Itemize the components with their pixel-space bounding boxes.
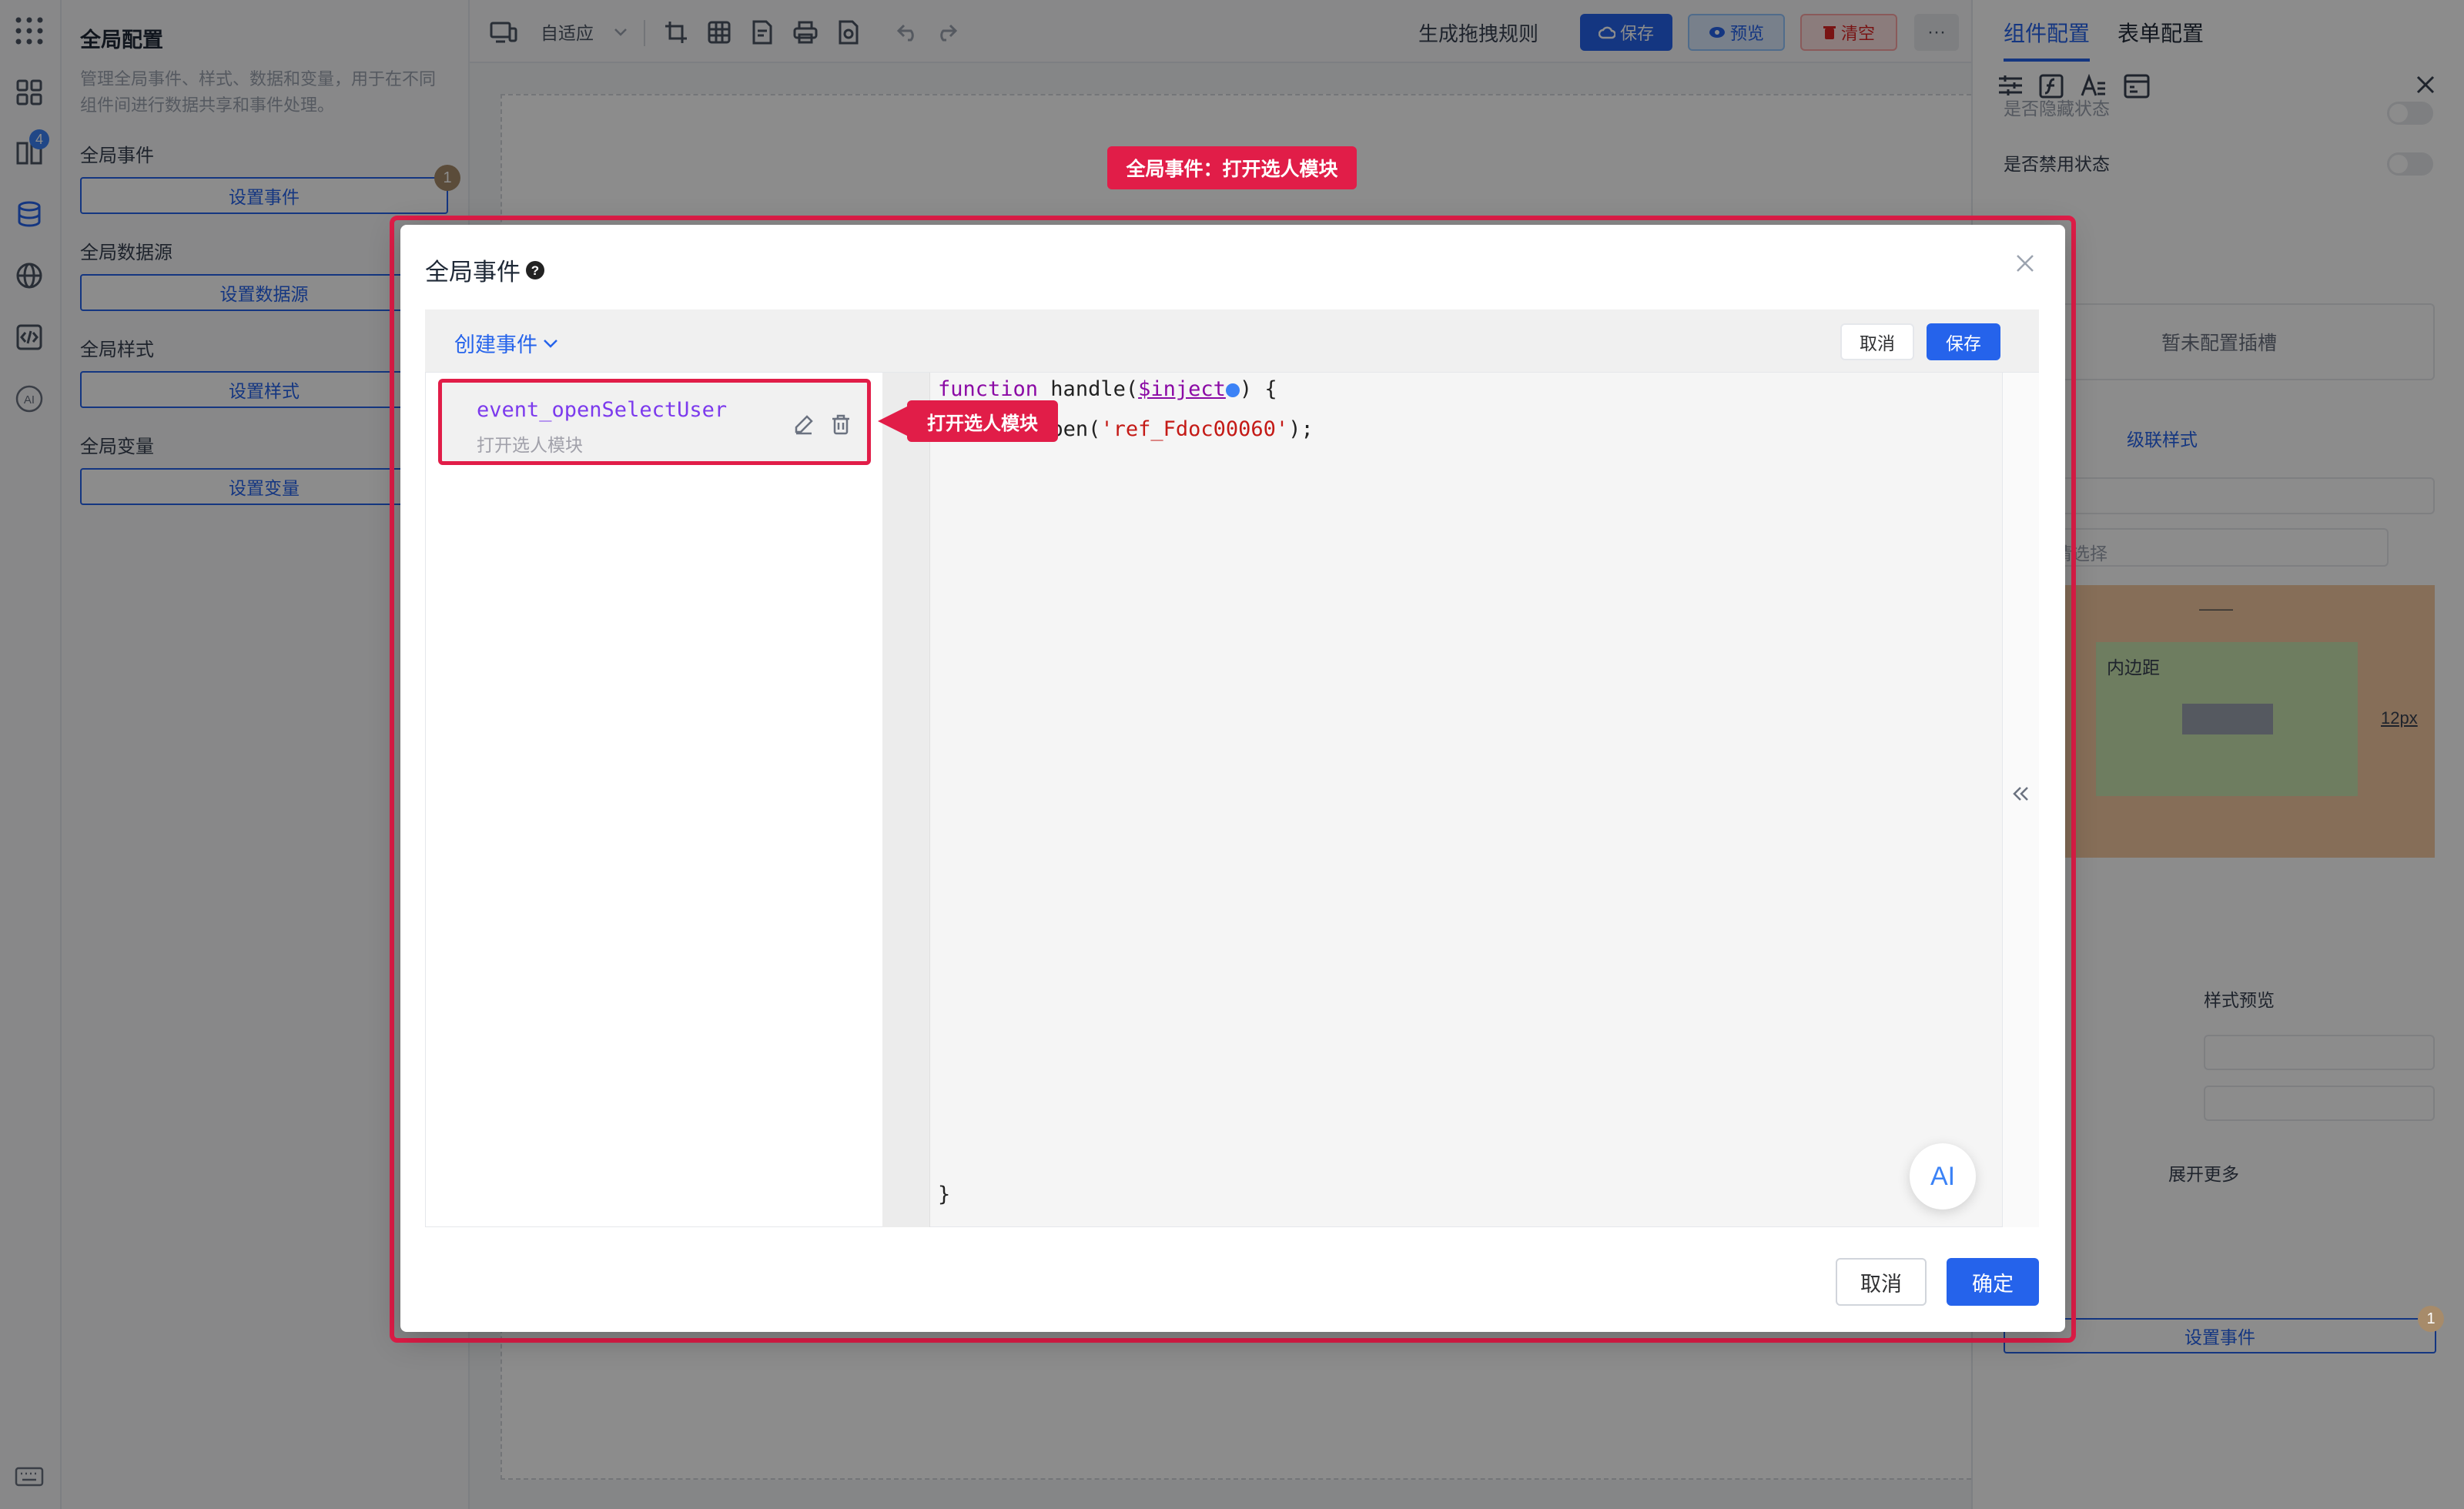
inject-info-icon[interactable] <box>1225 383 1240 397</box>
code-editor[interactable]: function handle($inject) { .api.open('re… <box>882 373 2039 1227</box>
double-chevron-left-icon[interactable] <box>2012 785 2030 802</box>
dialog-title-text: 全局事件 <box>425 259 521 286</box>
callout-arrow <box>878 406 909 437</box>
create-event-label: 创建事件 <box>454 333 537 356</box>
callout-global-event: 全局事件：打开选人模块 <box>1107 146 1357 189</box>
delete-icon[interactable] <box>830 413 853 437</box>
code-line-last: } <box>938 1183 951 1206</box>
event-list: event_openSelectUser 打开选人模块 <box>425 373 882 1227</box>
confirm-button[interactable]: 确定 <box>1947 1258 2039 1306</box>
code-line-1: function handle($inject) { <box>938 377 1277 401</box>
save-event-button[interactable]: 保存 <box>1927 323 2000 360</box>
cancel-button[interactable]: 取消 <box>1836 1258 1927 1306</box>
svg-text:?: ? <box>531 263 539 278</box>
event-name: event_openSelectUser <box>477 398 728 422</box>
editor-gutter <box>882 373 930 1227</box>
event-description: 打开选人模块 <box>477 435 583 455</box>
close-icon[interactable] <box>2010 248 2040 279</box>
dialog-toolbar: 创建事件 取消 保存 <box>425 309 2039 373</box>
edit-icon[interactable] <box>793 413 816 437</box>
event-list-item[interactable]: event_openSelectUser 打开选人模块 <box>438 379 871 465</box>
global-events-dialog: 全局事件 ? 创建事件 取消 保存 event_openSelectUser 打… <box>400 225 2065 1332</box>
callout-event-item: 打开选人模块 <box>907 400 1058 442</box>
editor-side-rail <box>2002 373 2039 1227</box>
cancel-edit-button[interactable]: 取消 <box>1840 323 1914 360</box>
create-event-dropdown[interactable]: 创建事件 <box>454 328 559 358</box>
dialog-title: 全局事件 ? <box>425 253 545 287</box>
component-events-badge: 1 <box>2418 1306 2444 1332</box>
help-icon[interactable]: ? <box>525 260 545 280</box>
chevron-down-icon <box>544 339 557 348</box>
ai-assist-button[interactable]: AI <box>1910 1143 1976 1210</box>
